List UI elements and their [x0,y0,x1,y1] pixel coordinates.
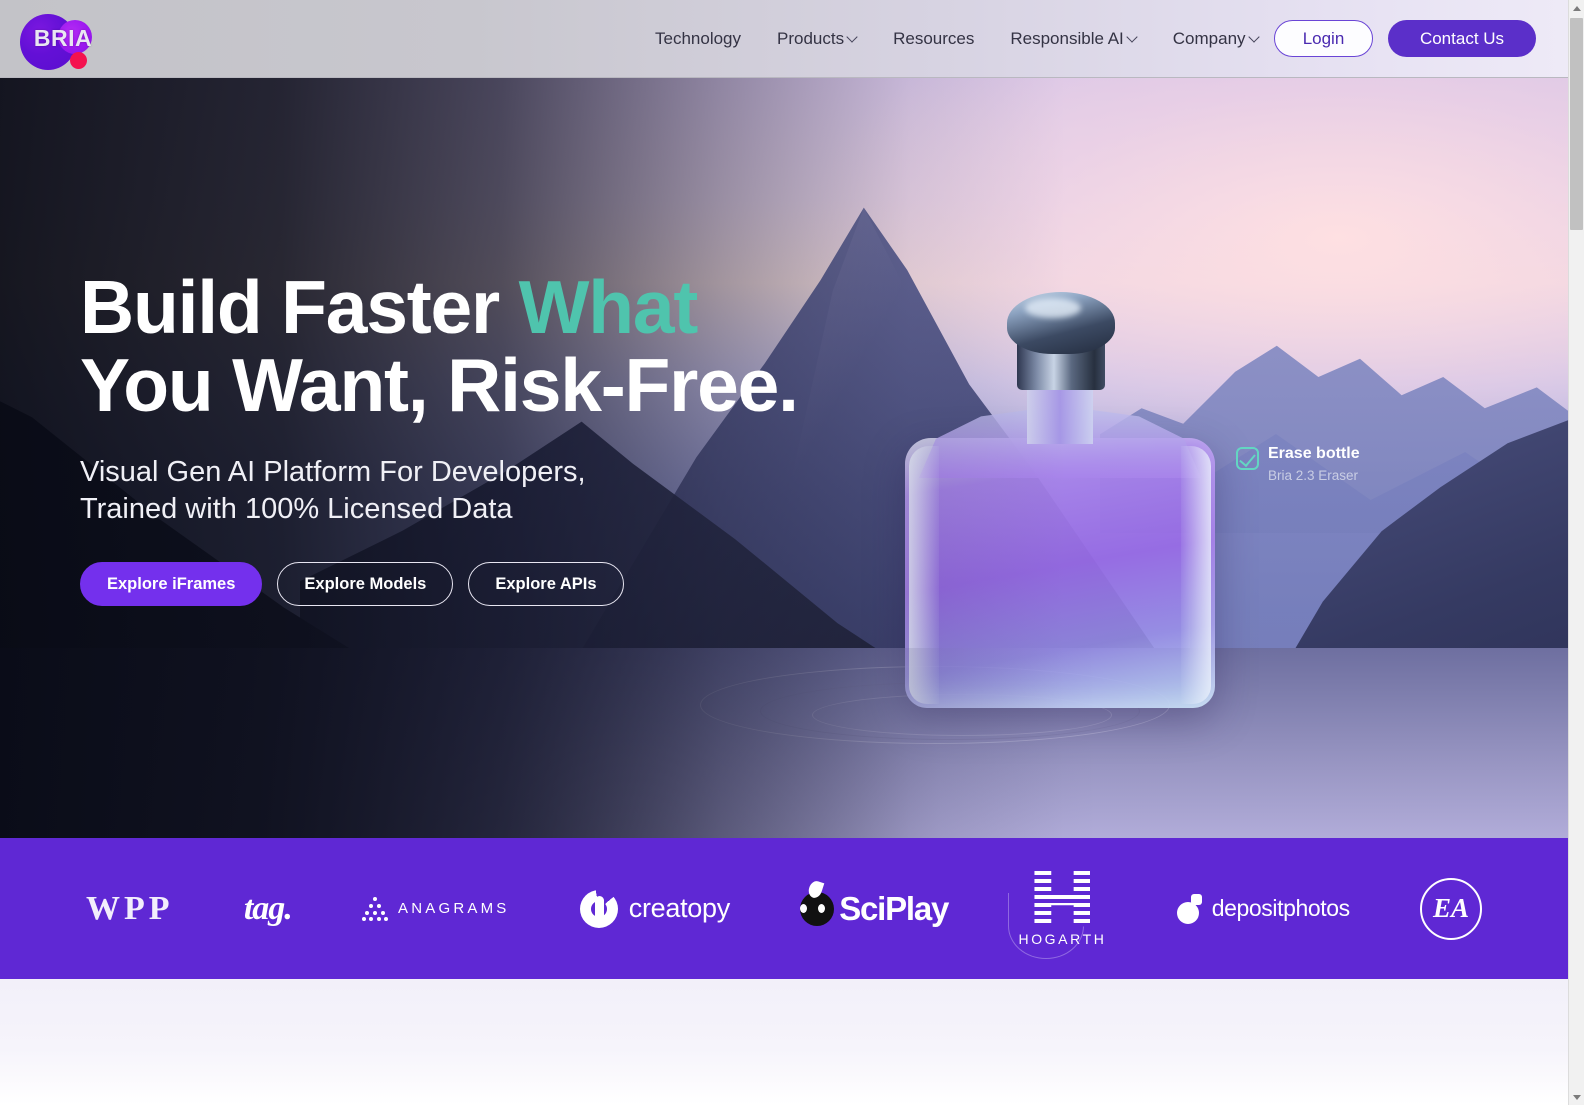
subheadline-line2: Trained with 100% Licensed Data [80,493,513,525]
bria-logo[interactable]: BRIA [14,8,106,70]
headline-line1-plain: Build Faster [80,265,519,349]
logo-creatopy[interactable]: creatopy [579,889,730,928]
hero-cta-row: Explore iFrames Explore Models Explore A… [80,562,900,606]
scroll-up-arrow-icon[interactable] [1569,0,1584,16]
hero-copy: Build Faster What You Want, Risk-Free. V… [80,268,900,606]
annotation-text-group: Erase bottle Bria 2.3 Eraser [1268,444,1360,485]
nav-label-products: Products [777,29,845,48]
nav-item-resources[interactable]: Resources [893,29,974,49]
nav-item-responsible-ai[interactable]: Responsible AI [1010,29,1136,49]
scroll-down-arrow-icon[interactable] [1569,1089,1584,1105]
chevron-down-icon [848,33,857,42]
creatopy-label: creatopy [628,893,730,923]
headline-line1-accent: What [518,265,699,349]
nav-label-resources: Resources [893,29,975,48]
logo-ea[interactable]: EA [1420,877,1482,940]
hero-water-vignette [0,648,1568,838]
main-navigation: Technology Products Resources Responsibl… [655,0,1259,78]
page-title: Build Faster What You Want, Risk-Free. [80,268,900,424]
sciplay-flame-icon [806,878,825,900]
login-button[interactable]: Login [1274,20,1373,57]
depositphotos-mark-icon [1176,893,1203,924]
annotation-title: Erase bottle [1268,445,1360,462]
subheadline-line1: Visual Gen AI Platform For Developers, [80,456,586,488]
ea-label: EA [1420,877,1482,940]
headline-line2: You Want, Risk-Free. [80,343,799,427]
anagrams-triangle-icon [362,896,389,921]
logo-text: BRIA [33,25,93,51]
nav-item-technology[interactable]: Technology [655,29,741,49]
contact-us-button[interactable]: Contact Us [1388,20,1536,57]
chevron-down-icon [1128,33,1137,42]
sciplay-label: SciPlay [839,889,949,927]
logo-tag[interactable]: tag. [243,889,293,928]
nav-label-responsible-ai: Responsible AI [1010,29,1124,48]
explore-models-button[interactable]: Explore Models [277,562,454,606]
check-square-icon [1236,447,1259,470]
nav-item-products[interactable]: Products [777,29,857,49]
sciplay-mark-icon [800,878,835,926]
site-header: BRIA Technology Products Resources Respo… [0,0,1568,78]
wpp-label: WPP [86,889,174,927]
hero-subheadline: Visual Gen AI Platform For Developers, T… [80,454,900,528]
logo-anagrams[interactable]: ANAGRAMS [362,896,510,921]
logo-sciplay[interactable]: SciPlay [800,878,949,928]
chevron-down-icon [1250,33,1259,42]
nav-label-technology: Technology [655,29,742,48]
scrollbar-thumb[interactable] [1570,18,1583,230]
logo-depositphotos[interactable]: depositphotos [1176,893,1350,924]
tag-label: tag. [243,889,293,927]
annotation-subtitle: Bria 2.3 Eraser [1268,468,1359,483]
browser-viewport: BRIA Technology Products Resources Respo… [0,0,1568,1105]
logo-wpp[interactable]: WPP [86,890,174,928]
nav-item-company[interactable]: Company [1173,29,1259,49]
depositphotos-label: depositphotos [1211,895,1350,921]
next-section-placeholder [0,979,1568,1105]
logo-hogarth[interactable]: HOGARTH [1008,870,1106,959]
creatopy-mark-icon [579,889,618,928]
explore-apis-button[interactable]: Explore APIs [468,562,624,606]
customer-logo-band: WPP tag. ANAGRAMS creatopy SciPlay HOGAR… [0,838,1568,979]
hero-section: Erase bottle Bria 2.3 Eraser Build Faste… [0,78,1568,838]
erase-bottle-annotation: Erase bottle Bria 2.3 Eraser [1236,444,1360,485]
page-scrollbar[interactable] [1568,0,1584,1105]
customer-logo-row: WPP tag. ANAGRAMS creatopy SciPlay HOGAR… [0,870,1568,959]
explore-iframes-button[interactable]: Explore iFrames [80,562,263,606]
anagrams-label: ANAGRAMS [398,900,510,917]
nav-label-company: Company [1172,29,1246,48]
